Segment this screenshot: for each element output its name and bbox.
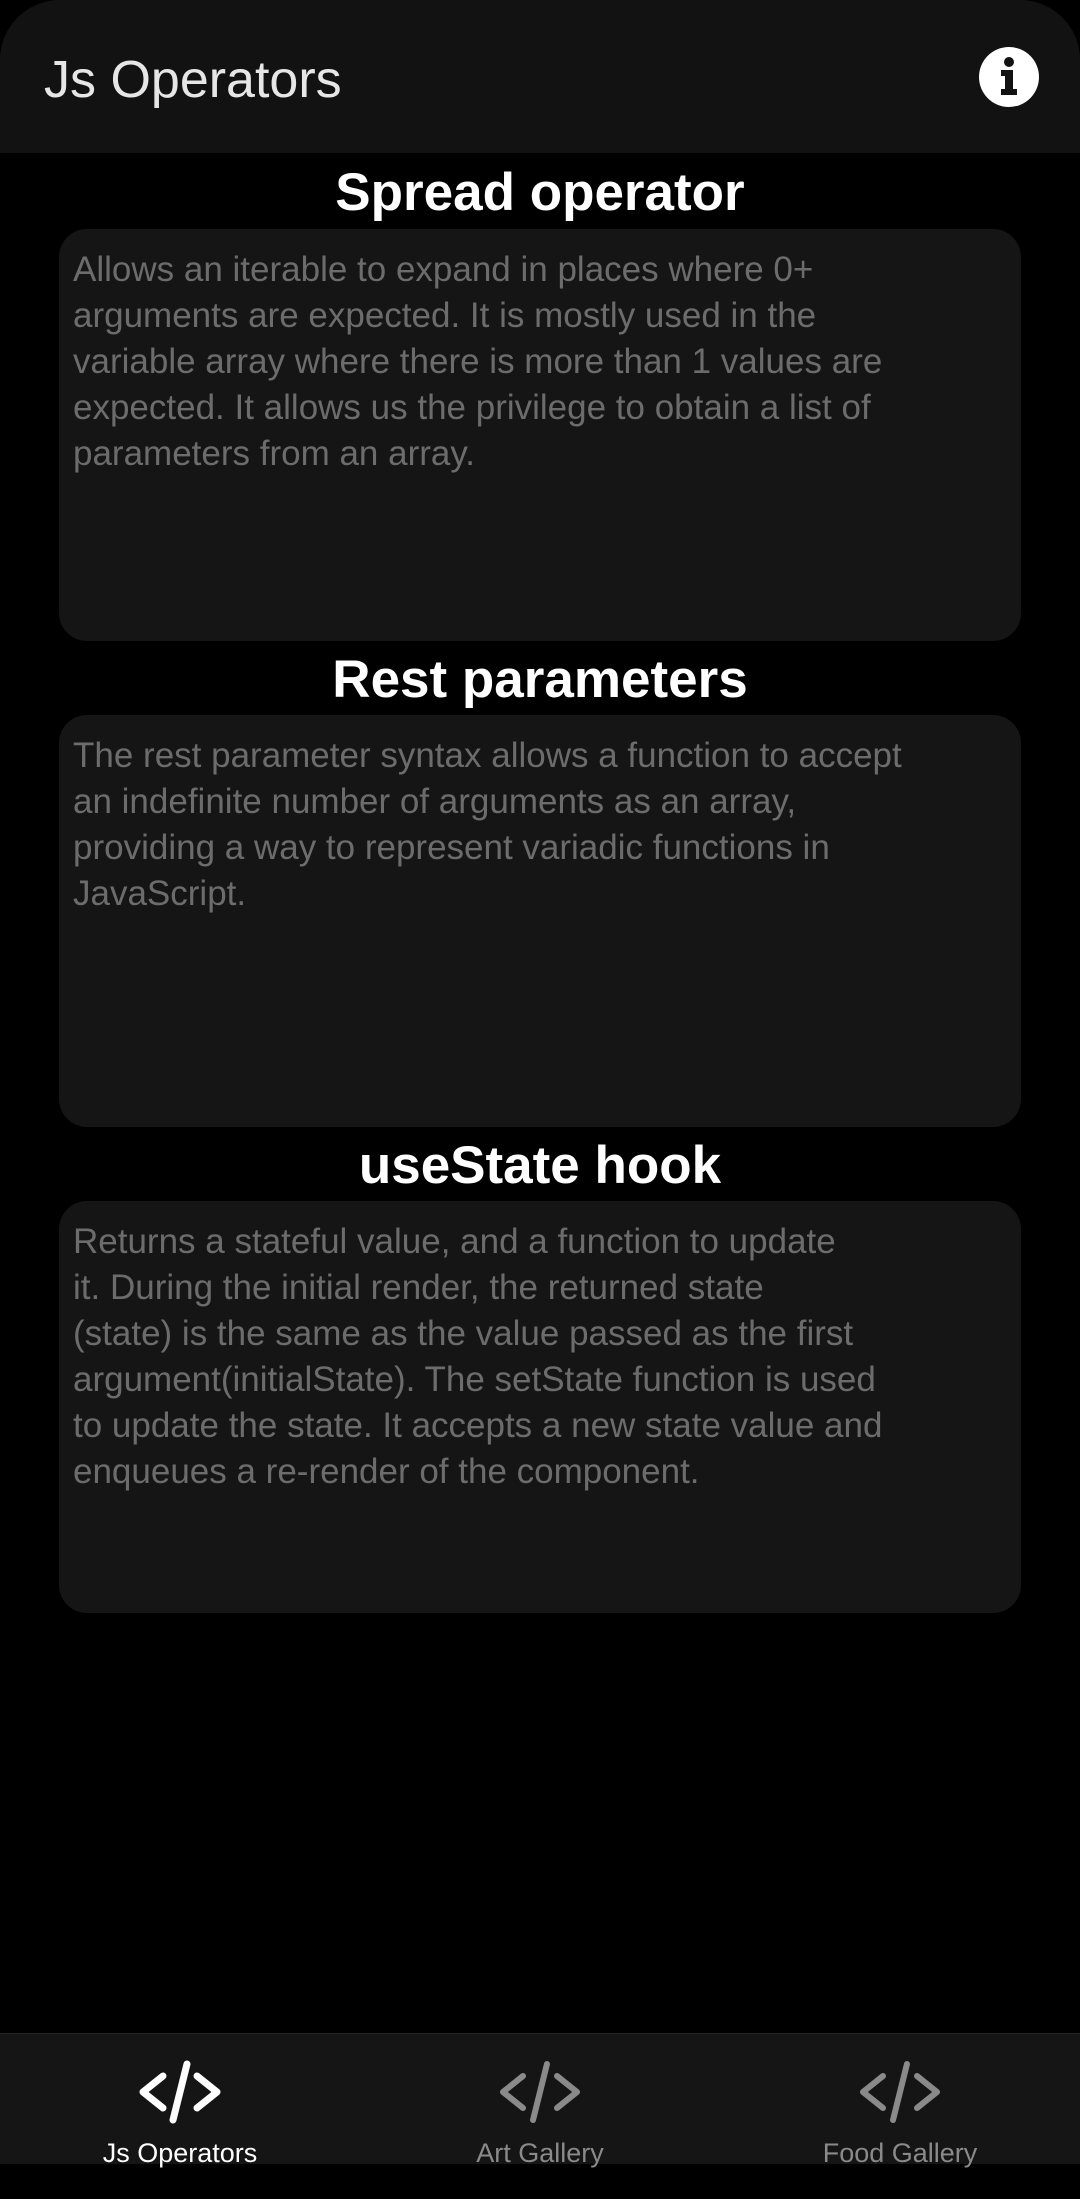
card-text-spread-operator: Allows an iterable to expand in places w… xyxy=(73,250,883,473)
bottom-tab-bar: Js Operators Art Gallery Food Gallery xyxy=(0,2033,1080,2168)
card-rest-parameters[interactable]: The rest parameter syntax allows a funct… xyxy=(59,715,1021,1127)
tab-label-js-operators: Js Operators xyxy=(102,2138,258,2168)
info-button[interactable] xyxy=(978,46,1040,108)
tab-art-gallery[interactable]: Art Gallery xyxy=(360,2034,720,2168)
section-title-rest-parameters: Rest parameters xyxy=(332,650,748,709)
card-usestate-hook[interactable]: Returns a stateful value, and a function… xyxy=(59,1201,1021,1613)
card-text-usestate-hook: Returns a stateful value, and a function… xyxy=(73,1222,883,1491)
card-text-rest-parameters: The rest parameter syntax allows a funct… xyxy=(73,736,902,913)
info-icon xyxy=(979,47,1039,107)
tab-food-gallery[interactable]: Food Gallery xyxy=(720,2034,1080,2168)
app-header: Js Operators xyxy=(0,0,1080,153)
section-title-usestate-hook: useState hook xyxy=(358,1136,722,1195)
card-spread-operator[interactable]: Allows an iterable to expand in places w… xyxy=(59,229,1021,641)
app-title: Js Operators xyxy=(44,51,342,109)
tab-js-operators[interactable]: Js Operators xyxy=(0,2034,360,2168)
code-icon xyxy=(855,2060,945,2124)
section-title-spread-operator: Spread operator xyxy=(335,163,745,222)
tab-label-art-gallery: Art Gallery xyxy=(476,2138,604,2168)
code-icon xyxy=(135,2060,225,2124)
code-icon xyxy=(495,2060,585,2124)
tab-label-food-gallery: Food Gallery xyxy=(822,2138,978,2168)
